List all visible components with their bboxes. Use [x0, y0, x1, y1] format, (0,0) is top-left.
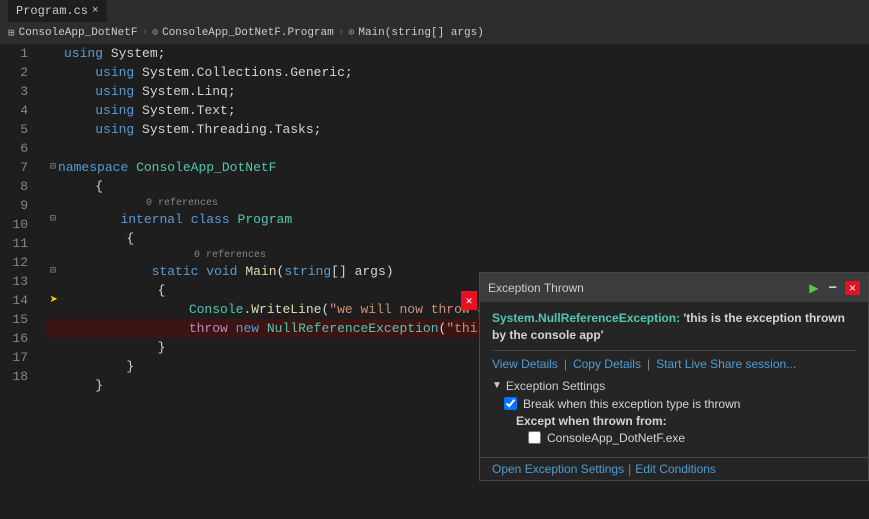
line-number-1: 1 [0, 44, 36, 63]
exception-message: System.NullReferenceException: 'this is … [492, 310, 856, 344]
line-number-14: 14 [0, 291, 36, 310]
tab-close-icon[interactable]: × [92, 5, 99, 17]
current-line-arrow: ➤ [46, 291, 62, 310]
copy-details-link[interactable]: Copy Details [573, 357, 641, 371]
line-number-2: 2 [0, 63, 36, 82]
view-details-link[interactable]: View Details [492, 357, 558, 371]
collapse-icon-9[interactable]: ⊟ [50, 210, 56, 229]
line-numbers-gutter: 123456789101112131415161718 [0, 44, 46, 519]
line-number-4: 4 [0, 101, 36, 120]
code-line-2: using System.Collections.Generic; [46, 63, 869, 82]
error-indicator[interactable]: ✕ [461, 291, 477, 310]
class-icon: ⊙ [152, 27, 158, 39]
breadcrumb-bar: ⊞ ConsoleApp_DotNetF › ⊙ ConsoleApp_DotN… [0, 22, 869, 44]
exception-settings: ▼ Exception Settings Break when this exc… [492, 379, 856, 445]
code-line-4: using System.Text; [46, 101, 869, 120]
exception-popup-title: Exception Thrown [488, 281, 584, 295]
code-line-8: { [46, 177, 869, 196]
except-when-label: Except when thrown from: [492, 414, 856, 428]
header-actions: ▶ 🗕 × [807, 277, 860, 298]
code-line-7: ⊟namespace ConsoleApp_DotNetF [46, 158, 869, 177]
ref-label-11: 0 references [46, 248, 869, 262]
code-line-5: using System.Threading.Tasks; [46, 120, 869, 139]
breadcrumb-class[interactable]: ConsoleApp_DotNetF.Program [162, 27, 334, 39]
exception-links: View Details | Copy Details | Start Live… [492, 357, 856, 371]
break-checkbox[interactable] [504, 397, 517, 410]
exception-type: System.NullReferenceException: [492, 311, 680, 325]
settings-section-label: Exception Settings [506, 379, 605, 393]
project-icon: ⊞ [8, 26, 15, 40]
ref-label-9: 0 references [46, 196, 869, 210]
editor-area: 123456789101112131415161718 using System… [0, 44, 869, 519]
line-number-7: 7 [0, 158, 36, 177]
settings-header[interactable]: ▼ Exception Settings [492, 379, 856, 393]
line-number-3: 3 [0, 82, 36, 101]
close-popup-button[interactable]: × [845, 281, 860, 295]
triangle-icon: ▼ [492, 380, 502, 391]
tab-label: Program.cs [16, 4, 88, 18]
edit-conditions-link[interactable]: Edit Conditions [635, 462, 716, 476]
method-icon: ⊙ [348, 27, 354, 39]
open-settings-link[interactable]: Open Exception Settings [492, 462, 624, 476]
continue-button[interactable]: ▶ [807, 281, 820, 295]
breadcrumb-project[interactable]: ConsoleApp_DotNetF [19, 27, 138, 39]
line-number-12: 12 [0, 253, 36, 272]
file-tab[interactable]: Program.cs × [8, 0, 107, 22]
code-line-1: using System; [46, 44, 869, 63]
divider1 [492, 350, 856, 351]
exception-footer: Open Exception Settings | Edit Condition… [480, 457, 868, 480]
line-number-18: 18 [0, 367, 36, 386]
exception-header: Exception Thrown ▶ 🗕 × [480, 273, 868, 302]
breadcrumb-method[interactable]: Main(string[] args) [358, 27, 483, 39]
app-label: ConsoleApp_DotNetF.exe [547, 431, 685, 445]
title-bar: Program.cs × [0, 0, 869, 22]
app-exception-item: ConsoleApp_DotNetF.exe [492, 431, 856, 445]
line-number-15: 15 [0, 310, 36, 329]
break-label: Break when this exception type is thrown [523, 397, 740, 411]
line-number-10: 10 [0, 215, 36, 234]
line-number-9: 9 [0, 196, 36, 215]
break-setting: Break when this exception type is thrown [492, 397, 856, 411]
live-share-link[interactable]: Start Live Share session... [656, 357, 796, 371]
line-number-16: 16 [0, 329, 36, 348]
code-line-6 [46, 139, 869, 158]
code-line-10: { [46, 229, 869, 248]
line-number-17: 17 [0, 348, 36, 367]
line-number-11: 11 [0, 234, 36, 253]
app-exception-checkbox[interactable] [528, 431, 541, 444]
code-line-3: using System.Linq; [46, 82, 869, 101]
line-number-13: 13 [0, 272, 36, 291]
line-number-6: 6 [0, 139, 36, 158]
line-number-5: 5 [0, 120, 36, 139]
collapse-icon-7[interactable]: ⊟ [50, 158, 56, 177]
collapse-icon-11[interactable]: ⊟ [50, 262, 56, 281]
code-line-9: ⊟ internal class Program [46, 210, 869, 229]
exception-body: System.NullReferenceException: 'this is … [480, 302, 868, 457]
exception-popup: Exception Thrown ▶ 🗕 × System.NullRefere… [479, 272, 869, 481]
pin-button[interactable]: 🗕 [826, 277, 839, 298]
line-number-8: 8 [0, 177, 36, 196]
